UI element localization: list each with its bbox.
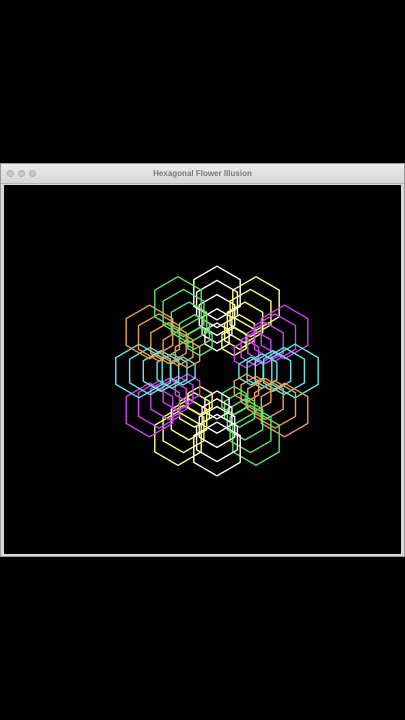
petal xyxy=(115,343,196,399)
hexagonal-flower xyxy=(115,265,319,477)
hexagon xyxy=(238,356,264,386)
hexagon xyxy=(198,293,236,337)
petal xyxy=(238,343,319,399)
hexagon xyxy=(170,356,196,386)
hexagon xyxy=(198,405,236,449)
hexagon xyxy=(128,346,172,396)
drawing-canvas xyxy=(4,185,401,554)
title-bar[interactable]: Hexagonal Flower Illusion xyxy=(1,164,404,184)
app-window: Hexagonal Flower Illusion xyxy=(0,163,405,557)
hexagon xyxy=(262,346,306,396)
window-title: Hexagonal Flower Illusion xyxy=(153,169,252,178)
